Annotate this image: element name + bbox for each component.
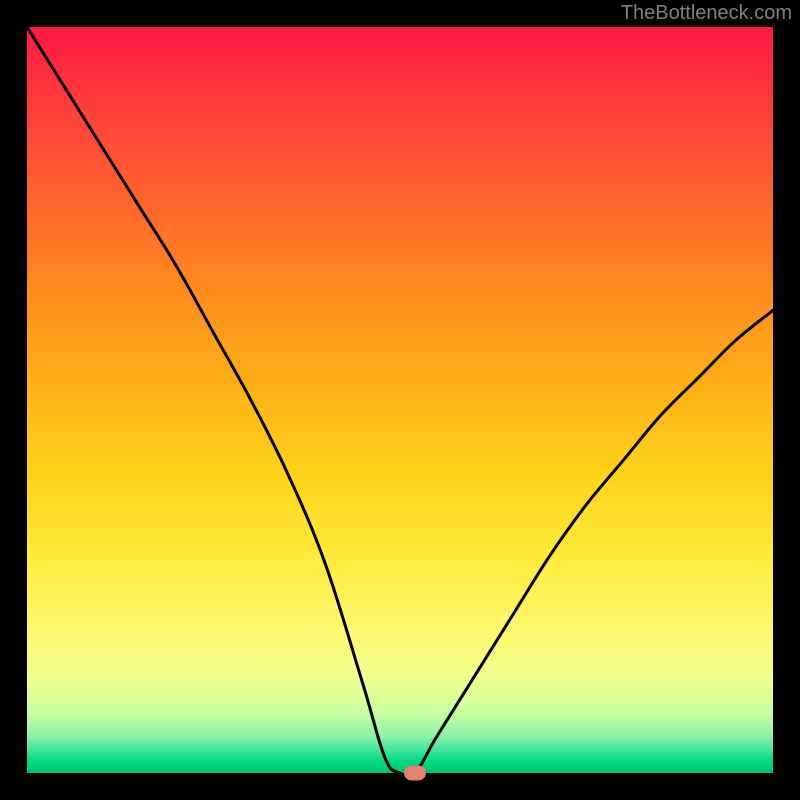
optimal-marker <box>404 766 426 781</box>
watermark-text: TheBottleneck.com <box>621 2 792 25</box>
bottleneck-curve <box>27 27 773 773</box>
chart-container: TheBottleneck.com <box>0 0 800 800</box>
plot-area <box>27 27 773 773</box>
